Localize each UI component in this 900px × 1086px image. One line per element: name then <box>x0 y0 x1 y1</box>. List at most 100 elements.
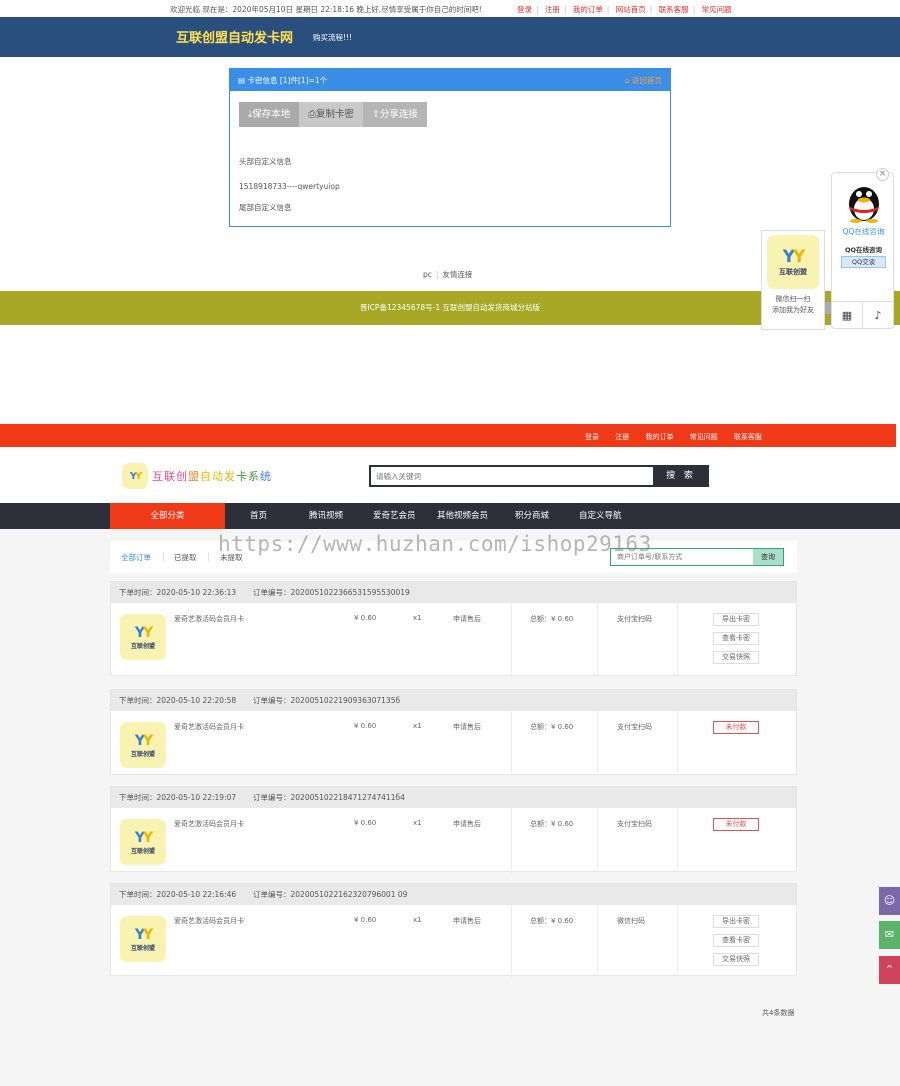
order-action-button[interactable]: 查看卡密 <box>713 934 759 947</box>
pc-link[interactable]: pc <box>423 270 432 279</box>
contact-link[interactable]: 联系客服 <box>659 5 689 14</box>
copy-card-button[interactable]: ⎙复制卡密 <box>299 102 363 127</box>
register-link-2[interactable]: 注册 <box>615 433 629 441</box>
my-orders-link-2[interactable]: 我的订单 <box>645 433 673 441</box>
save-local-button[interactable]: ⤓保存本地 <box>239 102 300 127</box>
bell-icon[interactable]: ♪ <box>863 302 893 329</box>
payment-method: 支付宝扫码 <box>617 723 652 731</box>
back-home-link[interactable]: ⌂ 返回首页 <box>625 75 662 86</box>
payment-method: 支付宝扫码 <box>617 820 652 828</box>
qq-talk-button[interactable]: QQ交谈 <box>841 256 886 268</box>
product-thumbnail: YY 互联创盟 <box>120 819 166 865</box>
logo-text: 互联创盟自动发卡系统 <box>152 470 272 483</box>
order-action-button[interactable]: 查看卡密 <box>713 632 759 645</box>
nav-custom[interactable]: 自定义导航 <box>579 503 622 529</box>
quantity: x1 <box>413 916 422 924</box>
after-sale-link[interactable]: 申请售后 <box>453 722 481 732</box>
tab-extracted[interactable]: 已提取 <box>174 552 197 563</box>
product-name[interactable]: 爱奇艺激活码会员月卡 <box>174 722 244 732</box>
welcome-text: 欢迎光临 现在是：2020年05月10日 星期日 22:18:16 晚上好,尽情… <box>170 5 482 14</box>
after-sale-link[interactable]: 申请售后 <box>453 819 481 829</box>
product-name[interactable]: 爱奇艺激活码会员月卡 <box>174 819 244 829</box>
qq-widget: × QQ在线咨询 QQ在线咨询 QQ交谈 ▦ ♪ <box>831 168 894 329</box>
site-brand[interactable]: 互联创盟自动发卡网 <box>176 27 293 46</box>
search-bar: 请输入关键词 搜 索 <box>369 465 709 487</box>
quantity: x1 <box>413 722 422 730</box>
site-logo[interactable]: YY 互联创盟自动发卡系统 <box>122 463 272 489</box>
order-number: 订单编号：2020051022190936307135б <box>253 696 401 705</box>
purchase-flow-link[interactable]: 购买流程!!! <box>313 32 352 43</box>
back-to-top-icon[interactable]: ⌃ <box>879 956 900 984</box>
print-icon: ⎙ <box>308 109 316 120</box>
after-sale-link[interactable]: 申请售后 <box>453 614 481 624</box>
order-action-button[interactable]: 交易快照 <box>713 651 759 664</box>
search-button[interactable]: 搜 索 <box>653 465 709 487</box>
quantity: x1 <box>413 614 422 622</box>
home-icon: ⌂ <box>624 76 632 85</box>
search-input[interactable]: 请输入关键词 <box>376 471 421 482</box>
qq-penguin-icon <box>849 187 879 223</box>
nav-other-video[interactable]: 其他视频会员 <box>437 503 488 529</box>
payment-method: 微信扫码 <box>617 917 645 925</box>
faq-link[interactable]: 常见问题 <box>702 5 732 14</box>
query-button[interactable]: 查询 <box>753 549 783 565</box>
product-name[interactable]: 爱奇艺激活码会员月卡 <box>174 614 244 624</box>
login-link-2[interactable]: 登录 <box>585 433 599 441</box>
footer-links: pc | 友情连接 <box>423 270 473 279</box>
order-action-button[interactable]: 交易快照 <box>713 953 759 966</box>
order-total: 总额：¥ 0.60 <box>530 615 574 623</box>
nav-points-mall[interactable]: 积分商城 <box>515 503 549 529</box>
top-nav: 登录 注册 我的订单 常见问题 联系客服 <box>585 432 776 442</box>
tab-all-orders[interactable]: 全部订单 <box>121 552 151 563</box>
order-card: 下单时间：2020-05-10 22:19:07 订单编号：20200510221… <box>110 786 797 873</box>
home-link[interactable]: 网站首页 <box>616 5 646 14</box>
order-time: 下单时间：2020-05-10 22:20:58 <box>119 696 237 705</box>
tail-message: 尾部自定义信息 <box>239 203 292 212</box>
order-total: 总额：¥ 0.60 <box>530 820 574 828</box>
panel-header: ▤ 卡密信息 [1]件[1]=1个 ⌂ 返回首页 <box>230 69 670 91</box>
top-links: 登录 | 注册 | 我的订单 | 网站首页 | 联系客服 | 常见问题 <box>517 5 732 14</box>
order-number: 订单编号：2020051022184712747411б4 <box>253 793 405 802</box>
user-icon[interactable]: ☺ <box>879 887 900 915</box>
all-categories-button[interactable]: 全部分类 <box>110 503 225 529</box>
nav-home[interactable]: 首页 <box>250 503 267 529</box>
nav-tencent-video[interactable]: 腾讯视频 <box>309 503 343 529</box>
order-card: 下单时间：2020-05-10 22:20:58 订单编号：20200510221… <box>110 689 797 776</box>
order-time: 下单时间：2020-05-10 22:19:07 <box>119 793 237 802</box>
order-card: 下单时间：2020-05-10 22:16:46 订单编号：20200510221… <box>110 883 797 977</box>
wechat-qr-box: YY 互联创盟 微信扫一扫 添加我为好友 <box>761 230 825 330</box>
order-header: 下单时间：2020-05-10 22:16:46 订单编号：20200510221… <box>111 884 796 905</box>
nav-iqiyi[interactable]: 爱奇艺会员 <box>373 503 416 529</box>
order-action-button[interactable]: 导出卡密 <box>713 613 759 626</box>
action-buttons: ⤓保存本地 ⎙复制卡密 ⇪分享连接 <box>239 102 427 127</box>
after-sale-link[interactable]: 申请售后 <box>453 916 481 926</box>
friend-links[interactable]: 友情连接 <box>442 270 472 279</box>
order-action-button[interactable]: 未付款 <box>713 721 759 734</box>
head-message: 头部自定义信息 <box>239 157 292 166</box>
product-thumbnail: YY 互联创盟 <box>120 614 166 660</box>
order-header: 下单时间：2020-05-10 22:36:13 订单编号：20200510223… <box>111 582 796 603</box>
order-header: 下单时间：2020-05-10 22:19:07 订单编号：20200510221… <box>111 787 796 808</box>
order-action-button[interactable]: 导出卡密 <box>713 915 759 928</box>
qq-online-label: QQ在线咨询 <box>844 246 883 254</box>
share-link-button[interactable]: ⇪分享连接 <box>362 102 427 127</box>
login-link[interactable]: 登录 <box>517 5 532 14</box>
product-name[interactable]: 爱奇艺激活码会员月卡 <box>174 916 244 926</box>
order-time: 下单时间：2020-05-10 22:16:46 <box>119 890 237 899</box>
order-header: 下单时间：2020-05-10 22:20:58 订单编号：20200510221… <box>111 690 796 711</box>
chat-icon[interactable]: ✉ <box>879 921 900 949</box>
qrcode-icon[interactable]: ▦ <box>832 302 863 329</box>
order-total: 总额：¥ 0.60 <box>530 723 574 731</box>
main-nav: 全部分类 首页 腾讯视频 爱奇艺会员 其他视频会员 积分商城 自定义导航 <box>0 503 900 529</box>
product-thumbnail: YY 互联创盟 <box>120 722 166 768</box>
product-thumbnail: YY 互联创盟 <box>120 916 166 962</box>
my-orders-link[interactable]: 我的订单 <box>573 5 603 14</box>
quantity: x1 <box>413 819 422 827</box>
faq-link-2[interactable]: 常见问题 <box>690 433 718 441</box>
contact-link-2[interactable]: 联系客服 <box>734 433 762 441</box>
unit-price: ¥ 0.60 <box>354 614 377 622</box>
register-link[interactable]: 注册 <box>545 5 560 14</box>
order-total: 总额：¥ 0.60 <box>530 917 574 925</box>
order-action-button[interactable]: 未付款 <box>713 818 759 831</box>
order-number: 订单编号：2020051022366531595530019 <box>253 588 410 597</box>
